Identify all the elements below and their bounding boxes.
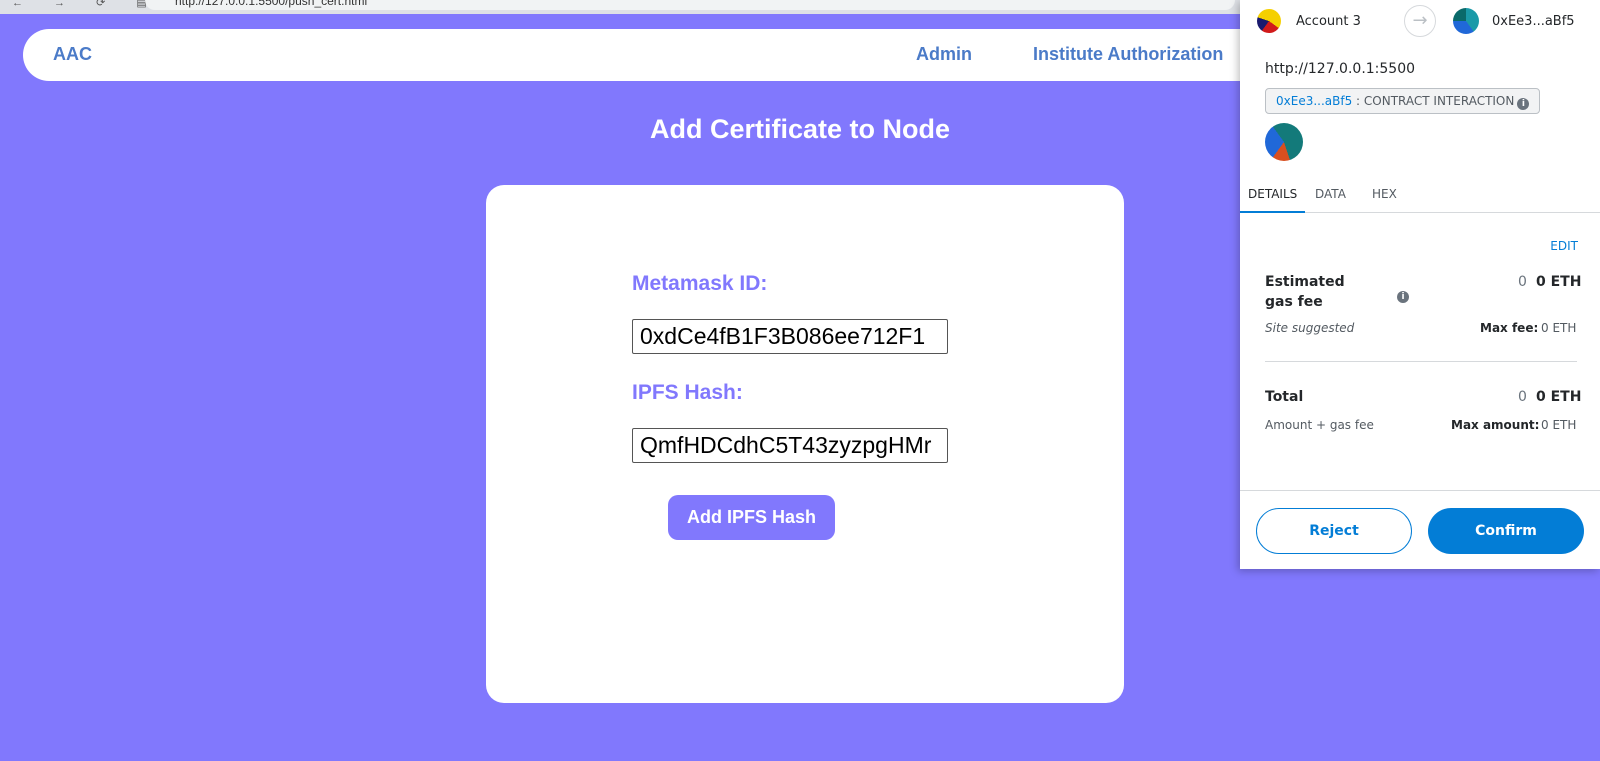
contract-interaction-label: : CONTRACT INTERACTION bbox=[1352, 94, 1515, 108]
address-bar[interactable]: http://127.0.0.1:5500/push_cert.html bbox=[145, 0, 1235, 10]
reject-button[interactable]: Reject bbox=[1256, 508, 1412, 554]
recipient-avatar bbox=[1453, 8, 1479, 34]
metamask-id-label: Metamask ID: bbox=[632, 272, 768, 295]
footer-divider bbox=[1240, 490, 1600, 491]
info-icon: i bbox=[1397, 291, 1409, 303]
brand-logo[interactable]: AAC bbox=[53, 44, 92, 65]
max-amount-label: Max amount: bbox=[1451, 418, 1540, 432]
total-amount: 0 bbox=[1518, 389, 1527, 405]
account-name[interactable]: Account 3 bbox=[1296, 14, 1361, 29]
recipient-address[interactable]: 0xEe3...aBf5 bbox=[1492, 14, 1575, 29]
total-label: Total bbox=[1265, 389, 1304, 405]
max-fee-value: 0 ETH bbox=[1541, 321, 1577, 335]
tab-details[interactable]: DETAILS bbox=[1248, 187, 1297, 201]
confirm-button[interactable]: Confirm bbox=[1428, 508, 1584, 554]
nav-link-admin[interactable]: Admin bbox=[916, 44, 972, 65]
gas-fee-amount: 0 bbox=[1518, 274, 1527, 290]
divider bbox=[1265, 361, 1577, 362]
tab-data[interactable]: DATA bbox=[1315, 187, 1346, 201]
estimated-gas-fee-label: Estimated gas fee bbox=[1265, 274, 1345, 310]
nav-link-institute-authorization[interactable]: Institute Authorization bbox=[1033, 44, 1223, 65]
browser-toolbar: ← → ⟳ ▤ http://127.0.0.1:5500/push_cert.… bbox=[0, 0, 1240, 14]
max-amount-value: 0 ETH bbox=[1541, 418, 1577, 432]
total-eth: 0 ETH bbox=[1536, 389, 1582, 405]
navbar: AAC Admin Institute Authorization bbox=[23, 29, 1323, 81]
ipfs-hash-label: IPFS Hash: bbox=[632, 381, 743, 404]
site-suggested-label: Site suggested bbox=[1265, 321, 1355, 335]
amount-plus-gas-label: Amount + gas fee bbox=[1265, 418, 1374, 432]
active-tab-indicator bbox=[1240, 211, 1305, 213]
metamask-id-input[interactable] bbox=[632, 319, 948, 354]
account-avatar[interactable] bbox=[1257, 9, 1281, 33]
gas-info-icon[interactable]: i bbox=[1394, 283, 1409, 303]
metamask-confirmation-popup: Account 3 → 0xEe3...aBf5 http://127.0.0.… bbox=[1240, 0, 1600, 569]
site-origin: http://127.0.0.1:5500 bbox=[1265, 61, 1416, 77]
gas-fee-eth: 0 ETH bbox=[1536, 274, 1582, 290]
contract-interaction-pill: 0xEe3...aBf5 : CONTRACT INTERACTION i bbox=[1265, 88, 1541, 114]
browser-nav-icons[interactable]: ← → ⟳ ▤ bbox=[12, 0, 161, 9]
tab-hex[interactable]: HEX bbox=[1372, 187, 1397, 201]
ipfs-hash-input[interactable] bbox=[632, 428, 948, 463]
info-icon[interactable]: i bbox=[1517, 98, 1530, 110]
arrow-right-icon: → bbox=[1404, 5, 1436, 37]
contract-identicon bbox=[1265, 123, 1303, 161]
metamask-header: Account 3 → 0xEe3...aBf5 bbox=[1240, 0, 1600, 42]
certificate-form-card: Metamask ID: IPFS Hash: Add IPFS Hash bbox=[486, 185, 1124, 703]
max-fee-label: Max fee: bbox=[1480, 321, 1539, 335]
add-ipfs-hash-button[interactable]: Add IPFS Hash bbox=[668, 495, 835, 540]
contract-address-link[interactable]: 0xEe3...aBf5 bbox=[1276, 94, 1352, 108]
edit-gas-link[interactable]: EDIT bbox=[1550, 239, 1578, 253]
address-bar-url: http://127.0.0.1:5500/push_cert.html bbox=[175, 0, 368, 8]
metamask-tabs: DETAILS DATA HEX bbox=[1240, 178, 1600, 213]
